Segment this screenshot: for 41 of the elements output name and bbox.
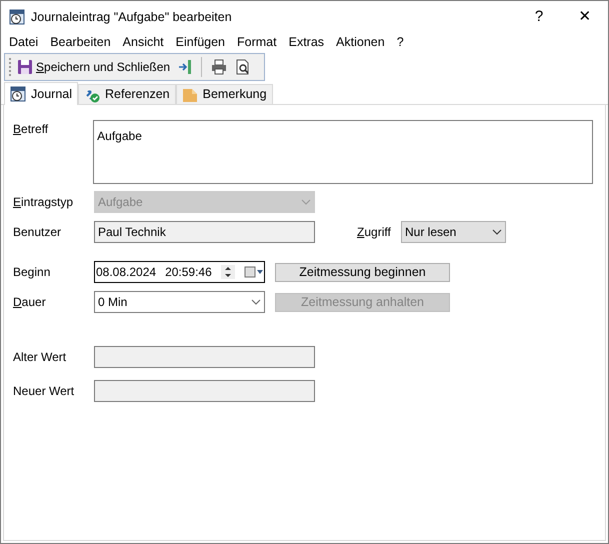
- menu-item[interactable]: Ansicht: [116, 32, 170, 52]
- field-label: Neuer Wert: [13, 383, 76, 400]
- tab[interactable]: Referenzen: [78, 84, 176, 104]
- field-label: Benutzer: [13, 224, 62, 241]
- journal-icon: [10, 86, 26, 102]
- field-label: Zugriff: [357, 224, 392, 241]
- journal-icon: [9, 9, 25, 25]
- magnifier-page-icon: [235, 59, 252, 75]
- menu-item[interactable]: Datei: [3, 32, 44, 52]
- user-field[interactable]: Paul Technik: [94, 221, 315, 243]
- help-button[interactable]: ?: [516, 6, 562, 28]
- tab[interactable]: Bemerkung: [176, 84, 273, 104]
- menu-item[interactable]: Extras: [282, 32, 330, 52]
- note-icon: [182, 86, 198, 102]
- date-time-picker[interactable]: 08.08.2024 20:59:46: [94, 261, 265, 283]
- new-value-field[interactable]: [94, 380, 315, 402]
- duration-dropdown[interactable]: 0 Min: [94, 291, 265, 313]
- field-label: Betreff: [13, 121, 50, 138]
- field-label: Beginn: [13, 264, 52, 281]
- window-title: Journaleintrag "Aufgabe" bearbeiten: [31, 8, 233, 26]
- arrow-into-bar-icon: [178, 59, 192, 75]
- field-label: Alter Wert: [13, 349, 68, 366]
- menu-item[interactable]: ?: [390, 32, 410, 52]
- access-dropdown[interactable]: Nur lesen: [401, 221, 506, 243]
- spin-arrows-icon: [220, 265, 235, 279]
- menu-item[interactable]: Bearbeiten: [44, 32, 117, 52]
- start-timing-button[interactable]: Zeitmessung beginnen: [275, 262, 450, 282]
- field-label: Dauer: [13, 294, 47, 311]
- menu-item[interactable]: Einfügen: [170, 32, 232, 52]
- calendar-dropdown-icon: [244, 266, 264, 278]
- printer-icon: [211, 59, 228, 75]
- menu-item[interactable]: Format: [231, 32, 283, 52]
- chevron-down-icon: [492, 229, 502, 235]
- chevron-down-icon: [301, 199, 311, 205]
- tab[interactable]: Journal: [4, 82, 78, 105]
- subject-field[interactable]: Aufgabe: [93, 120, 593, 184]
- chevron-down-icon: [251, 299, 261, 305]
- old-value-field[interactable]: [94, 346, 315, 368]
- close-button[interactable]: ✕: [562, 6, 608, 28]
- menu-item[interactable]: Aktionen: [330, 32, 391, 52]
- field-label: Eintragstyp: [13, 194, 74, 211]
